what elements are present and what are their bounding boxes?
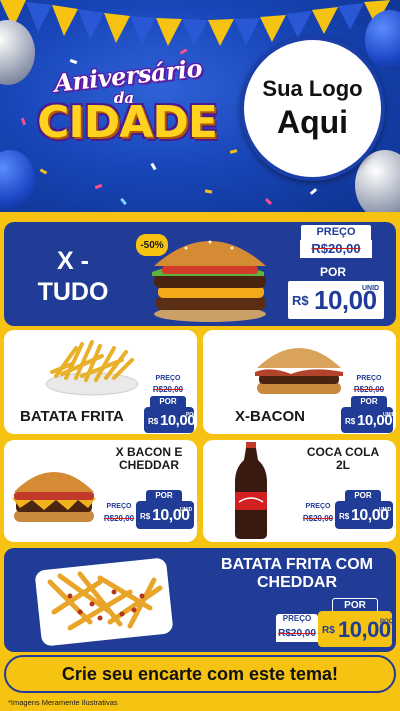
product-name: COCA COLA 2L bbox=[295, 445, 391, 473]
price-block: POR PREÇO R$20,00 R$ 10,00 UNID bbox=[299, 490, 395, 542]
price-label: PREÇO bbox=[102, 502, 136, 512]
product-name-line-1: COCA COLA bbox=[306, 445, 380, 459]
cheddar-fries-icon bbox=[35, 558, 173, 646]
unit-label: UNID bbox=[379, 507, 392, 513]
price-block: POR PREÇO R$20,00 R$ 10,00 POÇ bbox=[274, 598, 394, 650]
product-name-line-1: X - bbox=[57, 247, 89, 275]
logo-text-1: Sua Logo bbox=[262, 76, 363, 101]
soda-bottle-icon bbox=[235, 442, 267, 539]
product-name-line-2: CHEDDAR bbox=[119, 458, 179, 473]
confetti bbox=[150, 162, 157, 171]
confetti bbox=[120, 197, 127, 206]
old-price: R$20,00 bbox=[276, 626, 318, 642]
new-price-box: R$ 10,00 UNID bbox=[335, 501, 393, 529]
price-block: PREÇO R$20,00 POR R$ 10,00 UNID bbox=[282, 224, 392, 324]
unit-label: UNID bbox=[180, 507, 193, 513]
unit-label: POÇ bbox=[186, 412, 197, 418]
price-label: PREÇO bbox=[300, 224, 372, 241]
fries-icon bbox=[45, 340, 139, 396]
price-block: POR PREÇO R$20,00 R$ 10,00 UNID bbox=[100, 490, 196, 542]
product-name: X-BACON bbox=[235, 408, 305, 425]
price-label: PREÇO bbox=[301, 502, 335, 512]
confetti bbox=[264, 197, 273, 206]
new-price-box: R$ 10,00 UNID bbox=[136, 501, 194, 529]
product-card-x-bacon-cheddar: X BACON E CHEDDAR POR PREÇO R$20,00 R$ 1… bbox=[4, 440, 197, 542]
unit-label: UNID bbox=[362, 285, 380, 292]
price-block: PREÇO R$20,00 POR R$ 10,00 POÇ bbox=[144, 374, 197, 434]
product-name: X BACON E CHEDDAR bbox=[104, 445, 194, 473]
old-price: R$20,00 bbox=[300, 240, 372, 258]
product-name-line-1: BATATA FRITA COM bbox=[221, 556, 373, 573]
price-block: PREÇO R$20,00 POR R$ 10,00 UNID bbox=[341, 374, 395, 434]
disclaimer: *Imagens Meramente Ilustrativas bbox=[8, 698, 118, 707]
currency: R$ bbox=[140, 512, 151, 521]
new-price-box: R$ 10,00 POÇ bbox=[144, 407, 197, 433]
burger-icon bbox=[255, 348, 343, 394]
new-price-box: R$ 10,00 UNID bbox=[341, 407, 396, 433]
currency: R$ bbox=[148, 417, 159, 426]
product-name-line-1: X BACON E bbox=[115, 445, 183, 459]
confetti bbox=[94, 183, 103, 190]
currency: R$ bbox=[339, 512, 350, 521]
cta-text: Crie seu encarte com este tema! bbox=[61, 663, 339, 684]
product-name-line-2: 2L bbox=[335, 458, 350, 473]
header-banner: Aniversário da CIDADE Sua Logo Aqui bbox=[0, 0, 400, 218]
confetti bbox=[309, 188, 318, 195]
balloon-decoration bbox=[0, 150, 35, 210]
product-card-batata-frita: BATATA FRITA PREÇO R$20,00 POR R$ 10,00 … bbox=[4, 330, 197, 434]
price-label: PREÇO bbox=[276, 614, 318, 626]
event-title: Aniversário da CIDADE bbox=[18, 53, 228, 155]
product-card-batata-cheddar: BATATA FRITA COM CHEDDAR POR PREÇO R$20,… bbox=[4, 548, 396, 652]
product-name: BATATA FRITA bbox=[20, 408, 124, 425]
unit-label: POÇ bbox=[380, 619, 394, 625]
currency: R$ bbox=[322, 625, 335, 636]
confetti bbox=[39, 168, 48, 175]
product-name: BATATA FRITA COM CHEDDAR bbox=[200, 556, 394, 592]
logo-text-2: Aqui bbox=[276, 104, 349, 140]
logo-placeholder: Sua Logo Aqui bbox=[240, 36, 385, 181]
discount-badge: -50% bbox=[136, 234, 168, 256]
product-card-x-bacon: X-BACON PREÇO R$20,00 POR R$ 10,00 UNID bbox=[203, 330, 396, 434]
product-card-coca-cola: COCA COLA 2L POR PREÇO R$20,00 R$ 10,00 … bbox=[203, 440, 396, 542]
confetti bbox=[229, 149, 238, 154]
old-price: R$20,00 bbox=[301, 513, 335, 525]
old-price: R$20,00 bbox=[349, 384, 389, 396]
burger-icon bbox=[12, 472, 96, 522]
cta-banner[interactable]: Crie seu encarte com este tema! bbox=[4, 655, 396, 693]
new-price-box: R$ 10,00 UNID bbox=[286, 279, 386, 321]
product-name: X - TUDO bbox=[18, 246, 128, 309]
por-label: POR bbox=[332, 598, 378, 612]
product-card-x-tudo: X - TUDO -50% PREÇO R$20,00 POR R$ 10,00… bbox=[4, 222, 396, 326]
old-price: R$20,00 bbox=[148, 384, 188, 396]
old-price: R$20,00 bbox=[102, 513, 136, 525]
new-price-box: R$ 10,00 POÇ bbox=[318, 611, 394, 647]
flyer-page: Aniversário da CIDADE Sua Logo Aqui X - … bbox=[0, 0, 400, 711]
product-name-line-2: CHEDDAR bbox=[257, 573, 337, 591]
currency: R$ bbox=[345, 417, 356, 426]
currency: R$ bbox=[292, 293, 309, 308]
product-name-line-2: TUDO bbox=[37, 278, 109, 307]
title-line-3: CIDADE bbox=[37, 97, 218, 148]
confetti bbox=[204, 189, 213, 194]
por-label: POR bbox=[302, 264, 364, 280]
unit-label: UNID bbox=[383, 412, 396, 418]
